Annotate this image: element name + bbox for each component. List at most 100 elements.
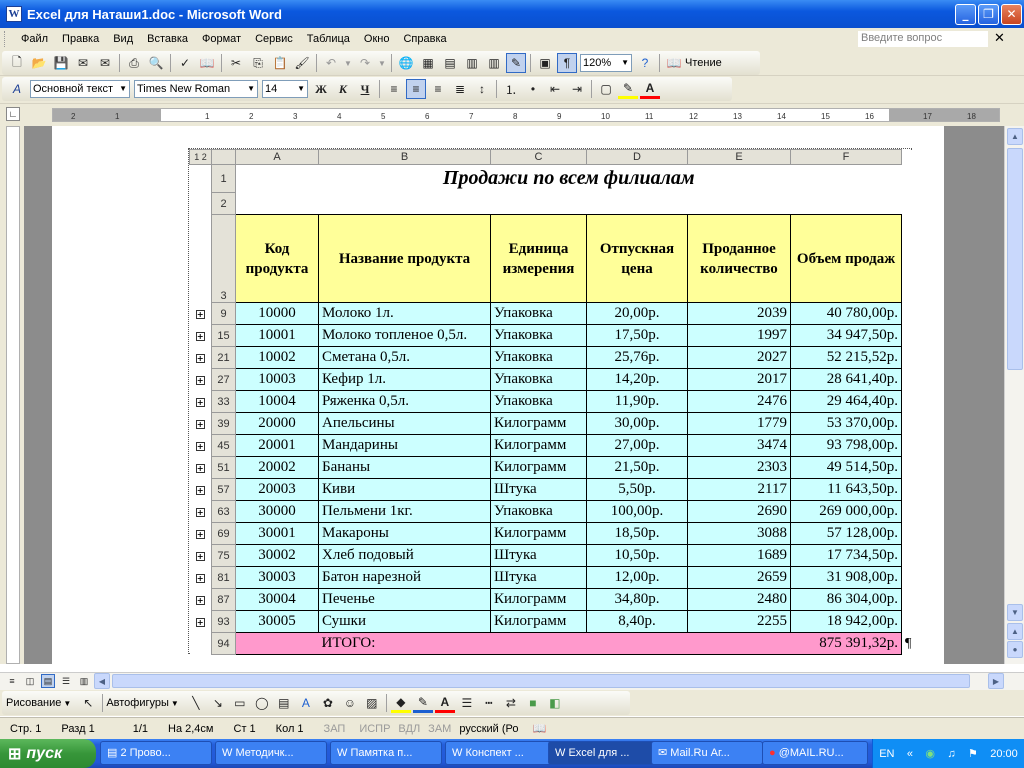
scroll-up-icon[interactable]: ▲ (1007, 128, 1023, 145)
cell-total[interactable]: 49 514,50р. (790, 456, 902, 479)
row-header[interactable]: 21 (211, 346, 236, 369)
align-center-icon[interactable]: ≡ (406, 79, 426, 99)
styles-pane-icon[interactable]: A (7, 79, 27, 99)
wordart-icon[interactable]: A (296, 693, 316, 713)
save-icon[interactable]: 💾 (51, 53, 71, 73)
cell-price[interactable]: 34,80р. (586, 588, 688, 611)
cell-unit[interactable]: Килограмм (490, 610, 587, 633)
expand-group-icon[interactable]: + (195, 398, 205, 407)
cell-qty[interactable]: 2659 (687, 566, 791, 589)
cell-unit[interactable]: Упаковка (490, 368, 587, 391)
reading-view-icon[interactable]: ▥ (77, 674, 91, 688)
header-quantity[interactable]: Проданное количество (687, 214, 791, 303)
menu-table[interactable]: Таблица (300, 30, 357, 48)
cell-name[interactable]: Кефир 1л. (318, 368, 491, 391)
cell-name[interactable]: Макароны (318, 522, 491, 545)
cell-name[interactable]: Печенье (318, 588, 491, 611)
expand-group-icon[interactable]: + (195, 618, 205, 627)
header-unit[interactable]: Единица измерения (490, 214, 587, 303)
taskbar-item[interactable]: W Методичк... (215, 741, 327, 765)
italic-button[interactable]: К (333, 79, 353, 99)
cell-qty[interactable]: 2255 (687, 610, 791, 633)
cell-total[interactable]: 93 798,00р. (790, 434, 902, 457)
cell-total[interactable]: 17 734,50р. (790, 544, 902, 567)
row-header[interactable]: 33 (211, 390, 236, 413)
outline-level-buttons[interactable]: 1 2 (189, 149, 212, 165)
cell-unit[interactable]: Штука (490, 544, 587, 567)
expand-group-icon[interactable]: + (195, 376, 205, 385)
cell-price[interactable]: 5,50р. (586, 478, 688, 501)
tray-arrow-icon[interactable]: « (907, 748, 913, 760)
language-indicator[interactable]: EN (879, 748, 894, 760)
scroll-down-icon[interactable]: ▼ (1007, 604, 1023, 621)
column-header-e[interactable]: E (687, 149, 791, 165)
cell-name[interactable]: Бананы (318, 456, 491, 479)
menu-tools[interactable]: Сервис (248, 30, 300, 48)
cell-code[interactable]: 10004 (235, 390, 319, 413)
help-search-input[interactable]: Введите вопрос (858, 31, 988, 47)
cell-qty[interactable]: 1997 (687, 324, 791, 347)
row-header[interactable]: 75 (211, 544, 236, 567)
taskbar-item[interactable]: W Памятка п... (330, 741, 442, 765)
taskbar-item[interactable]: ● @MAIL.RU... (762, 741, 868, 765)
column-header-f[interactable]: F (790, 149, 902, 165)
header-price[interactable]: Отпускная цена (586, 214, 688, 303)
justify-icon[interactable]: ≣ (450, 79, 470, 99)
cell-price[interactable]: 25,76р. (586, 346, 688, 369)
expand-group-icon[interactable]: + (195, 442, 205, 451)
line-spacing-icon[interactable]: ↕ (472, 79, 492, 99)
taskbar-item[interactable]: ✉ Mail.Ru Аг... (651, 741, 763, 765)
cell-qty[interactable]: 3088 (687, 522, 791, 545)
copy-icon[interactable]: ⎘ (248, 53, 268, 73)
outline-view-icon[interactable]: ☰ (59, 674, 73, 688)
redo-dropdown-icon[interactable]: ▼ (377, 53, 387, 73)
outline-level-2[interactable]: 2 (202, 152, 207, 162)
close-button[interactable]: ✕ (1001, 4, 1022, 25)
line-icon[interactable]: ╲ (186, 693, 206, 713)
cell-qty[interactable]: 3474 (687, 434, 791, 457)
vertical-scrollbar[interactable]: ▲ ▼ ▲ ● (1004, 126, 1024, 664)
undo-dropdown-icon[interactable]: ▼ (343, 53, 353, 73)
minimize-button[interactable]: _ (955, 4, 976, 25)
hyperlink-icon[interactable]: 🌐 (396, 53, 416, 73)
cell-name[interactable]: Молоко топленое 0,5л. (318, 324, 491, 347)
tables-borders-icon[interactable]: ▦ (418, 53, 438, 73)
scroll-left-icon[interactable]: ◀ (94, 673, 110, 689)
cell-code[interactable]: 20001 (235, 434, 319, 457)
row-header[interactable]: 27 (211, 368, 236, 391)
font-size-select[interactable]: 14 ▼ (262, 80, 308, 98)
print-layout-icon[interactable]: ▤ (41, 674, 55, 688)
oval-icon[interactable]: ◯ (252, 693, 272, 713)
menu-help[interactable]: Справка (396, 30, 453, 48)
select-all-corner[interactable] (211, 149, 236, 165)
cell-price[interactable]: 17,50р. (586, 324, 688, 347)
align-right-icon[interactable]: ≡ (428, 79, 448, 99)
drawing-menu-button[interactable]: Рисование (6, 697, 61, 709)
cell-code[interactable]: 30005 (235, 610, 319, 633)
cell-total[interactable]: 57 128,00р. (790, 522, 902, 545)
cell-price[interactable]: 14,20р. (586, 368, 688, 391)
cell-total[interactable]: 29 464,40р. (790, 390, 902, 413)
close-document-icon[interactable]: ✕ (994, 30, 1005, 46)
borders-icon[interactable]: ▢ (596, 79, 616, 99)
cell-qty[interactable]: 2480 (687, 588, 791, 611)
embedded-spreadsheet[interactable]: 1 2 A B C D E F 1 Продажи по всем филиал… (188, 148, 914, 655)
toolbar-grip[interactable] (4, 31, 8, 47)
grand-total[interactable]: 875 391,32р. (790, 632, 902, 655)
row-header[interactable]: 3 (211, 214, 236, 303)
horizontal-scrollbar[interactable]: ≡ ◫ ▤ ☰ ▥ ◀ ▶ (0, 672, 1024, 690)
expand-group-icon[interactable]: + (195, 574, 205, 583)
cell-code[interactable]: 30003 (235, 566, 319, 589)
insert-excel-icon[interactable]: ▥ (462, 53, 482, 73)
row-header[interactable]: 69 (211, 522, 236, 545)
diagram-icon[interactable]: ✿ (318, 693, 338, 713)
start-button[interactable]: ⊞ пуск (0, 739, 96, 768)
cell-unit[interactable]: Упаковка (490, 302, 587, 325)
restore-button[interactable]: ❐ (978, 4, 999, 25)
print-icon[interactable]: ⎙ (124, 53, 144, 73)
expand-group-icon[interactable]: + (195, 552, 205, 561)
ruler-strip[interactable]: 2 1 1 2 3 4 5 6 7 8 9 10 11 12 13 14 15 … (52, 108, 1000, 122)
antivirus-icon[interactable]: ⚑ (968, 747, 978, 760)
tab-selector-icon[interactable]: ∟ (6, 107, 20, 121)
cell-name[interactable]: Батон нарезной (318, 566, 491, 589)
